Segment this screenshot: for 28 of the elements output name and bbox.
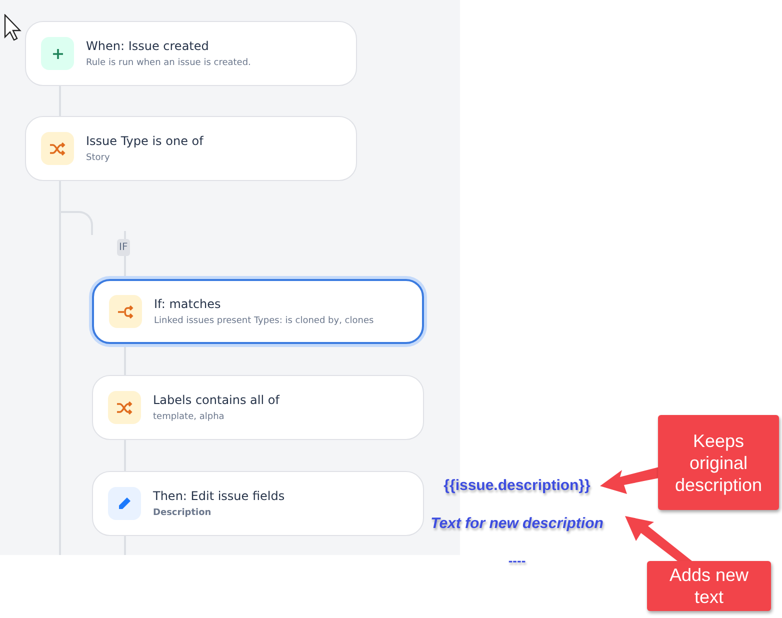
callout-note: Keeps original description (658, 415, 779, 510)
rule-step-card[interactable]: When: Issue created Rule is run when an issue is created. (25, 21, 357, 86)
step-detail: template, alpha (153, 412, 226, 422)
step-detail: Description (153, 508, 212, 518)
rule-step-card[interactable]: Then: Edit issue fields Description (92, 471, 424, 536)
step-title: Then: Edit issue fields (153, 489, 285, 503)
description-text: Text for new description (430, 515, 604, 532)
step-title: When: Issue created (86, 39, 210, 53)
step-detail: Story (86, 153, 111, 163)
step-title: Labels contains all of (153, 393, 280, 407)
shuffle-icon (49, 142, 66, 156)
cursor-icon (4, 14, 23, 41)
callout-note: Adds new text (647, 561, 771, 611)
rule-step-card[interactable]: Issue Type is one of Story (25, 116, 357, 181)
rule-step-card[interactable]: Labels contains all of template, alpha (92, 375, 424, 440)
step-detail: Rule is run when an issue is created. (86, 58, 251, 68)
step-detail: Linked issues present Types: is cloned by, clones (154, 316, 374, 326)
smart-value-text: {{issue.description}} (444, 477, 590, 494)
rule-step-card[interactable]: If: matches Linked issues present Types: is cloned by, clones (92, 279, 424, 344)
if-label: IF (117, 239, 130, 256)
shuffle-icon (116, 400, 133, 414)
dash-line-text: ---- (508, 553, 526, 568)
plus-icon (52, 48, 64, 60)
callout-arrow (600, 467, 659, 494)
branch-icon (117, 304, 134, 318)
step-title: If: matches (154, 297, 222, 311)
pencil-icon (117, 496, 132, 511)
step-title: Issue Type is one of (86, 134, 204, 148)
